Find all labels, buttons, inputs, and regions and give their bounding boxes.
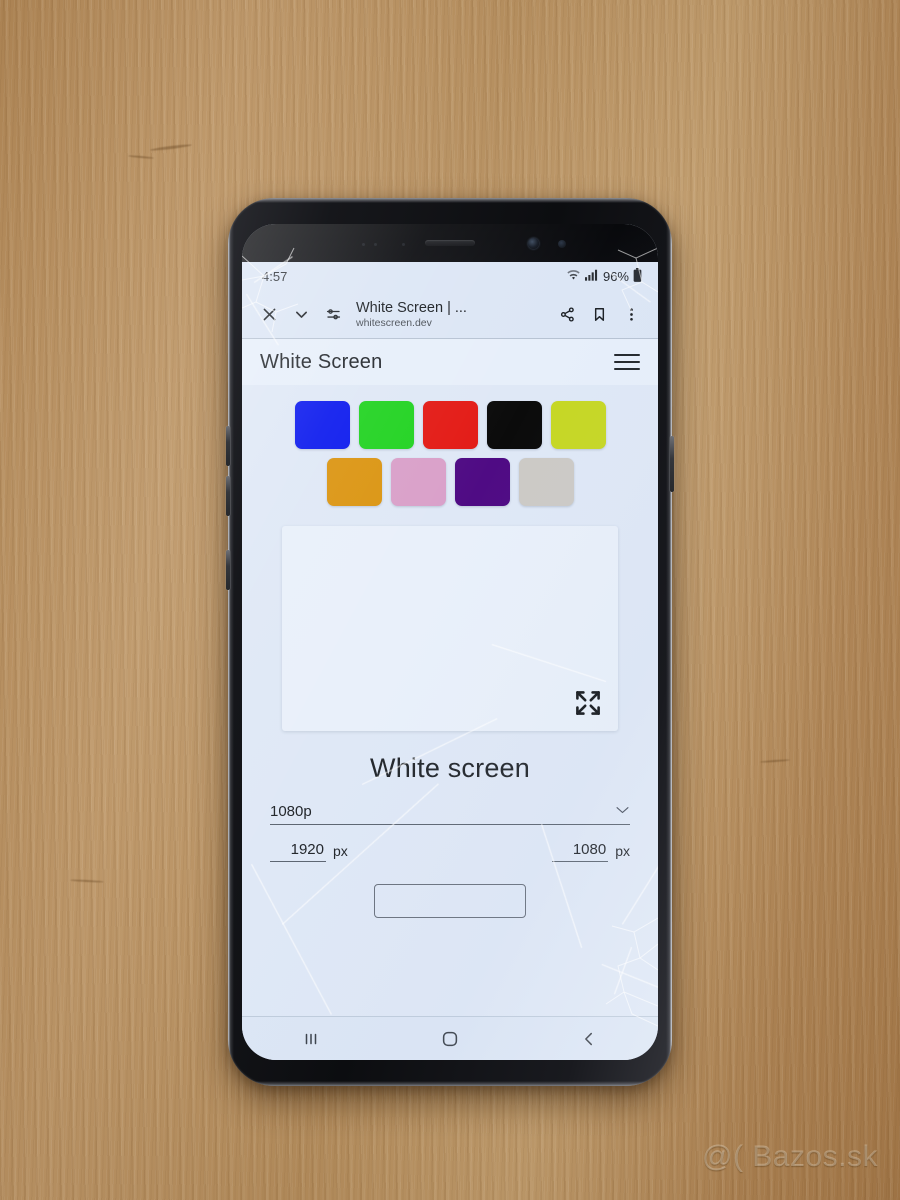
close-icon[interactable]	[254, 299, 284, 329]
color-swatch-orange[interactable]	[326, 458, 382, 506]
chevron-down-icon	[615, 802, 630, 820]
shattered-corner-top-right	[617, 247, 658, 313]
iris-sensor	[558, 240, 566, 248]
home-icon[interactable]	[440, 1029, 460, 1049]
action-button[interactable]	[374, 884, 526, 918]
page-content: White screen 1080p 1920 px 1080 px	[242, 385, 658, 1016]
width-input[interactable]: 1920	[270, 841, 326, 862]
toolbar-divider	[242, 338, 658, 339]
color-swatch-pink[interactable]	[390, 458, 446, 506]
proximity-sensor	[374, 243, 377, 246]
status-clock: 4:57	[262, 268, 288, 284]
tab-title-block[interactable]: White Screen | ... whitescreen.dev	[350, 300, 550, 329]
site-watermark: @( Bazos.sk	[702, 1140, 878, 1173]
resolution-select[interactable]: 1080p	[270, 802, 630, 825]
height-input-group[interactable]: 1080 px	[552, 841, 630, 862]
share-icon[interactable]	[552, 299, 582, 329]
width-input-group[interactable]: 1920 px	[270, 841, 348, 862]
phone-screen: 4:57 96% White Screen | ... whitescreen.…	[242, 224, 658, 1060]
height-input[interactable]: 1080	[552, 841, 609, 862]
proximity-sensor	[362, 243, 365, 246]
color-swatch-purple[interactable]	[454, 458, 510, 506]
bixby-button[interactable]	[226, 550, 230, 590]
hamburger-menu-icon[interactable]	[614, 354, 640, 370]
chevron-down-icon[interactable]	[286, 299, 316, 329]
recents-icon[interactable]	[302, 1030, 320, 1048]
power-button[interactable]	[670, 436, 674, 492]
fullscreen-expand-icon[interactable]	[572, 687, 604, 719]
color-preview-area[interactable]	[282, 526, 618, 731]
volume-down-button[interactable]	[226, 476, 230, 516]
color-swatch-green[interactable]	[358, 401, 414, 449]
tab-title: White Screen | ...	[356, 299, 467, 316]
height-unit-label: px	[615, 843, 630, 859]
wifi-icon	[566, 269, 581, 284]
site-header: White Screen	[242, 339, 658, 385]
volume-up-button[interactable]	[226, 426, 230, 466]
resolution-select-value: 1080p	[270, 803, 312, 820]
tune-icon[interactable]	[318, 299, 348, 329]
color-swatch-red[interactable]	[422, 401, 478, 449]
page-title: White screen	[370, 753, 530, 783]
front-camera	[528, 238, 539, 249]
color-swatch-blue[interactable]	[294, 401, 350, 449]
dimension-inputs: 1920 px 1080 px	[270, 841, 630, 862]
color-swatch-yellow-green[interactable]	[550, 401, 606, 449]
proximity-sensor	[402, 243, 405, 246]
android-nav-bar	[242, 1016, 658, 1060]
tab-url: whitescreen.dev	[356, 316, 432, 329]
color-swatch-row-1	[258, 401, 642, 449]
phone-device: 4:57 96% White Screen | ... whitescreen.…	[226, 198, 674, 1086]
color-swatch-light-gray[interactable]	[518, 458, 574, 506]
color-swatch-row-2	[258, 458, 642, 506]
color-swatch-black[interactable]	[486, 401, 542, 449]
back-icon[interactable]	[580, 1030, 598, 1048]
width-unit-label: px	[333, 843, 348, 859]
site-title: White Screen	[260, 350, 383, 373]
earpiece-speaker	[425, 240, 475, 246]
